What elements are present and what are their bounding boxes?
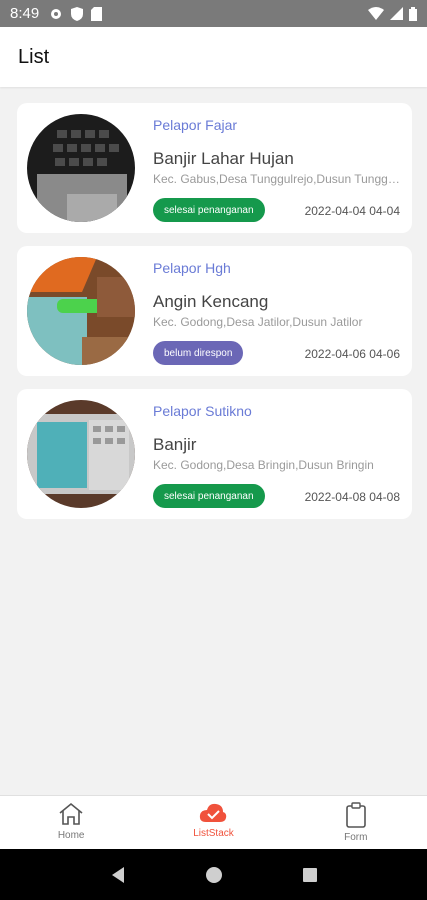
- shield-icon: [71, 6, 84, 21]
- clipboard-icon: [346, 802, 366, 828]
- page-title: List: [18, 45, 50, 68]
- report-title: Angin Kencang: [153, 292, 269, 311]
- report-address: Kec. Godong,Desa Jatilor,Dusun Jatilor: [153, 315, 363, 329]
- report-date: 2022-04-06 04-06: [304, 347, 400, 361]
- nav-home[interactable]: Home: [0, 796, 142, 849]
- report-title: Banjir: [153, 435, 197, 454]
- report-address: Kec. Gabus,Desa Tunggulrejo,Dusun Tunggu…: [153, 172, 405, 186]
- wifi-icon: [368, 7, 384, 20]
- status-badge: belum direspon: [153, 341, 244, 365]
- system-nav-bar: [0, 849, 427, 900]
- report-card[interactable]: Pelapor Sutikno Banjir Kec. Godong,Desa …: [17, 389, 412, 519]
- nav-form[interactable]: Form: [285, 796, 427, 849]
- nav-form-label: Form: [344, 832, 368, 843]
- report-address: Kec. Godong,Desa Bringin,Dusun Bringin: [153, 458, 374, 472]
- reporter-name: Pelapor Fajar: [153, 117, 238, 133]
- report-photo: [27, 400, 135, 508]
- app-bar: List: [0, 27, 427, 87]
- bottom-nav: Home ListStack Form: [0, 795, 427, 849]
- signal-icon: [390, 7, 403, 20]
- status-badge: selesai penanganan: [153, 198, 265, 222]
- nav-liststack-label: ListStack: [193, 828, 234, 839]
- status-time: 8:49: [10, 5, 40, 22]
- sim-card-icon: [91, 6, 103, 21]
- report-date: 2022-04-08 04-08: [304, 490, 400, 504]
- reporter-name: Pelapor Hgh: [153, 260, 231, 276]
- report-photo: [27, 257, 135, 365]
- back-icon[interactable]: [110, 866, 126, 884]
- home-icon: [59, 802, 83, 825]
- home-circle-icon[interactable]: [205, 866, 223, 884]
- report-card[interactable]: Pelapor Hgh Angin Kencang Kec. Godong,De…: [17, 246, 412, 376]
- nav-liststack[interactable]: ListStack: [142, 796, 284, 849]
- cloud-check-icon: [200, 803, 227, 822]
- reporter-name: Pelapor Sutikno: [153, 403, 252, 419]
- nav-home-label: Home: [57, 830, 85, 841]
- report-list: Pelapor Fajar Banjir Lahar Hujan Kec. Ga…: [17, 103, 412, 532]
- report-card[interactable]: Pelapor Fajar Banjir Lahar Hujan Kec. Ga…: [17, 103, 412, 233]
- battery-icon: [409, 6, 417, 21]
- gear-icon: [51, 8, 62, 19]
- report-date: 2022-04-04 04-04: [304, 204, 400, 218]
- report-title: Banjir Lahar Hujan: [153, 149, 294, 168]
- report-photo: [27, 114, 135, 222]
- recents-icon[interactable]: [302, 867, 318, 883]
- status-badge: selesai penanganan: [153, 484, 265, 508]
- status-bar: 8:49: [0, 0, 427, 27]
